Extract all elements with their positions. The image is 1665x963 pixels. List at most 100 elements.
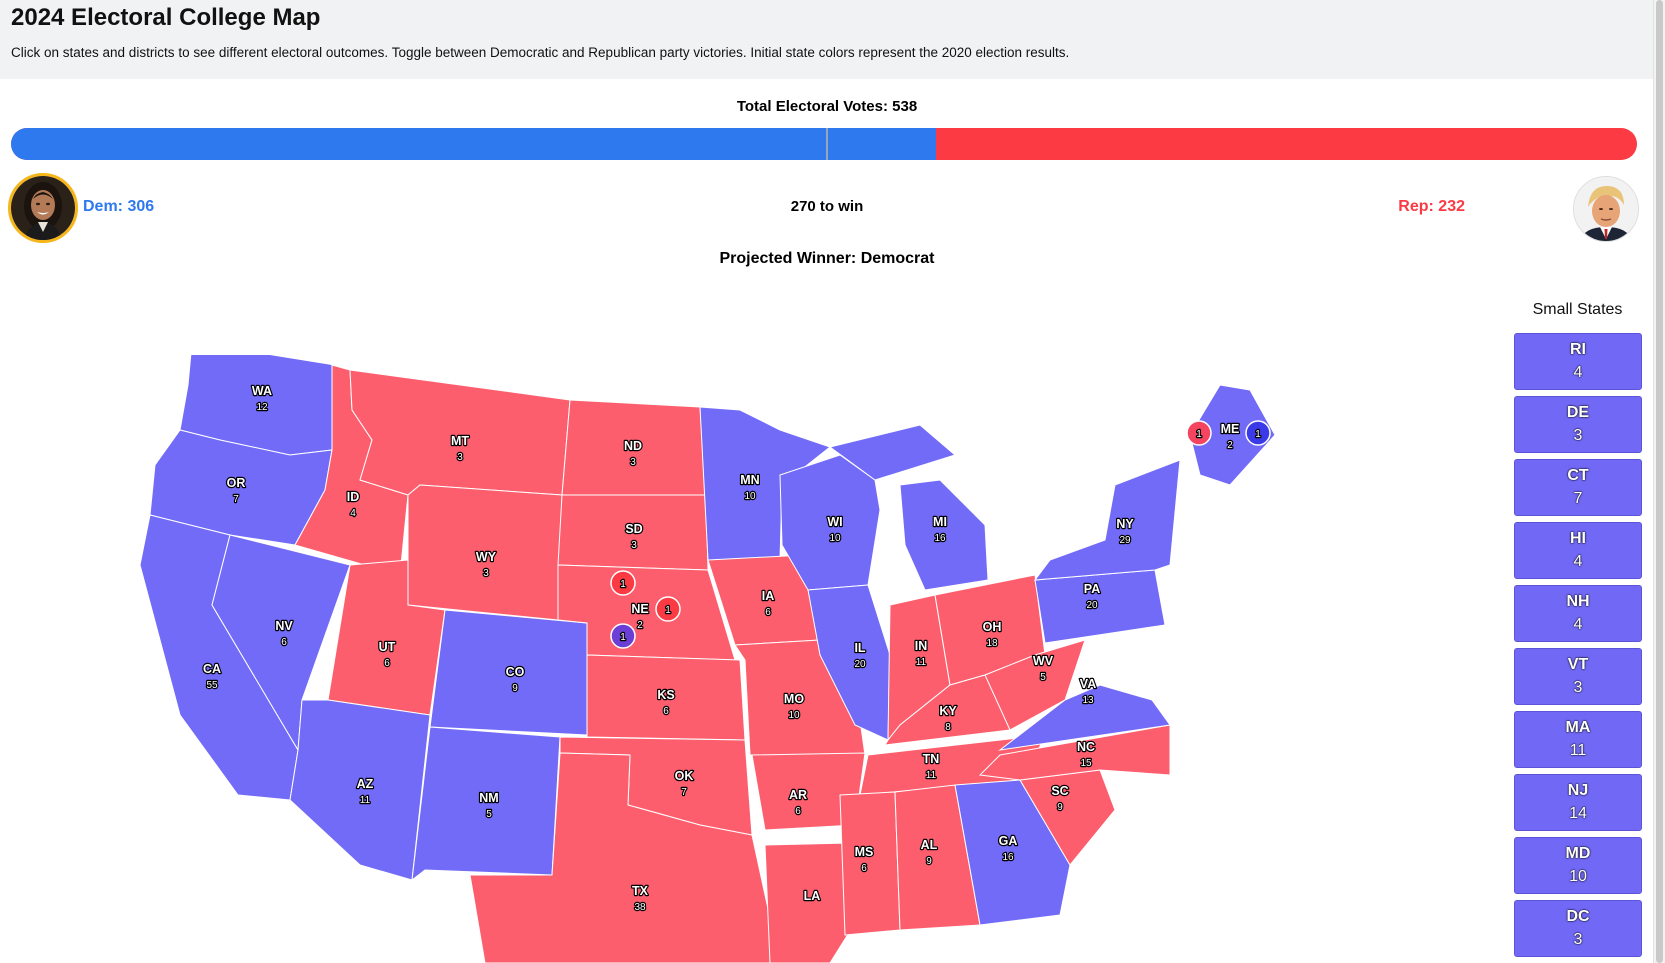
state-ev-label: 2 <box>1227 440 1233 451</box>
rep-vote-count: Rep: 232 <box>1398 198 1465 215</box>
state-ev-label: 20 <box>854 659 866 670</box>
state-abbr-label: VA <box>1080 677 1096 691</box>
state-abbr-label: UT <box>379 640 396 654</box>
state-ev-label: 3 <box>483 568 489 579</box>
small-state-ev: 4 <box>1573 616 1583 633</box>
state-abbr-label: WI <box>827 515 842 529</box>
small-state-ev: 4 <box>1573 364 1583 381</box>
small-state-button-ma[interactable]: MA 11 <box>1514 711 1642 768</box>
state-abbr-label: SC <box>1051 784 1068 798</box>
state-abbr-label: OR <box>227 476 246 490</box>
state-ev-label: 6 <box>663 706 669 717</box>
state-ev-label: 6 <box>384 658 390 669</box>
us-electoral-map: WA12OR7CA55NV6ID4MT3WY3UT6CO9AZ11 NM5ND3S… <box>140 355 1276 963</box>
small-state-button-md[interactable]: MD 10 <box>1514 837 1642 894</box>
state-abbr-label: IL <box>854 641 865 655</box>
state-ev-label: 16 <box>1002 852 1014 863</box>
small-state-button-nh[interactable]: NH 4 <box>1514 585 1642 642</box>
district-marker-label: 1 <box>620 632 626 643</box>
page-header: 2024 Electoral College Map Click on stat… <box>0 0 1654 79</box>
state-ev-label: 9 <box>926 856 932 867</box>
district-marker-label: 1 <box>620 579 626 590</box>
page-title: 2024 Electoral College Map <box>11 4 321 31</box>
state-abbr-label: WA <box>252 384 272 398</box>
state-abbr-label: LA <box>804 889 821 903</box>
rep-candidate-avatar <box>1573 176 1639 242</box>
state-abbr-label: MI <box>933 515 947 529</box>
small-state-button-dc[interactable]: DC 3 <box>1514 900 1642 957</box>
state-abbr-label: KY <box>939 704 957 718</box>
state-ev-label: 7 <box>681 787 687 798</box>
small-state-button-ri[interactable]: RI 4 <box>1514 333 1642 390</box>
state-ev-label: 6 <box>795 806 801 817</box>
state-abbr-label: PA <box>1084 582 1100 596</box>
state-ev-label: 5 <box>1040 672 1046 683</box>
small-state-button-vt[interactable]: VT 3 <box>1514 648 1642 705</box>
state-ev-label: 10 <box>788 710 800 721</box>
state-ev-label: 10 <box>744 491 756 502</box>
state-ev-label: 15 <box>1080 758 1092 769</box>
small-states-list: RI 4 DE 3 CT 7 HI 4 NH 4 VT 3 MA 11 NJ 14 MD 10 DC 3 <box>1514 333 1644 963</box>
small-state-button-hi[interactable]: HI 4 <box>1514 522 1642 579</box>
state-ev-label: 38 <box>634 902 646 913</box>
small-state-ev: 3 <box>1573 679 1583 696</box>
state-abbr-label: WV <box>1033 654 1054 668</box>
small-state-abbr: RI <box>1570 341 1586 358</box>
state-abbr-label: NV <box>275 619 293 633</box>
state-ev-label: 8 <box>945 722 951 733</box>
state-ev-label: 55 <box>206 680 218 691</box>
state-abbr-label: OH <box>983 620 1002 634</box>
state-ny[interactable] <box>1033 459 1181 581</box>
small-state-abbr: NJ <box>1567 782 1589 799</box>
state-ms[interactable] <box>839 791 901 936</box>
state-pa[interactable] <box>1034 569 1166 644</box>
state-ev-label: 20 <box>1086 600 1098 611</box>
state-mt[interactable] <box>349 369 571 496</box>
state-ev-label: 3 <box>457 452 463 463</box>
state-abbr-label: CO <box>506 665 525 679</box>
page-description: Click on states and districts to see dif… <box>11 45 1070 60</box>
small-state-abbr: MD <box>1565 845 1591 862</box>
small-state-button-ct[interactable]: CT 7 <box>1514 459 1642 516</box>
state-ev-label: 6 <box>281 637 287 648</box>
state-abbr-label: AZ <box>357 777 374 791</box>
state-ev-label: 6 <box>861 863 867 874</box>
state-ev-label: 3 <box>630 457 636 468</box>
state-ev-label: 2 <box>637 620 643 631</box>
small-state-abbr: MA <box>1565 719 1591 736</box>
state-abbr-label: ME <box>1221 422 1240 436</box>
scrollbar-thumb[interactable] <box>1656 0 1663 963</box>
state-abbr-label: MS <box>855 845 874 859</box>
small-state-ev: 4 <box>1573 553 1583 570</box>
small-state-ev: 14 <box>1569 805 1587 822</box>
state-abbr-label: TN <box>923 752 940 766</box>
small-state-ev: 11 <box>1569 742 1587 759</box>
vertical-scrollbar[interactable] <box>1653 0 1665 963</box>
small-state-button-nj[interactable]: NJ 14 <box>1514 774 1642 831</box>
small-state-ev: 3 <box>1573 427 1583 444</box>
small-state-abbr: DC <box>1566 908 1590 925</box>
state-ev-label: 11 <box>926 770 937 781</box>
state-ev-label: 6 <box>765 607 771 618</box>
state-ev-label: 11 <box>916 657 927 668</box>
small-state-abbr: CT <box>1567 467 1589 484</box>
state-abbr-label: CA <box>203 662 221 676</box>
small-state-abbr: VT <box>1567 656 1589 673</box>
projected-winner: Projected Winner: Democrat <box>719 250 935 267</box>
state-ev-label: 10 <box>829 533 841 544</box>
state-abbr-label: NC <box>1077 740 1095 754</box>
state-abbr-label: MT <box>451 434 469 448</box>
district-marker-label: 1 <box>1255 429 1261 440</box>
small-state-abbr: DE <box>1566 404 1590 421</box>
total-electoral-votes: Total Electoral Votes: 538 <box>736 98 918 115</box>
state-abbr-label: NE <box>631 602 648 616</box>
state-abbr-label: TX <box>632 884 649 898</box>
district-marker-label: 1 <box>665 605 671 616</box>
state-abbr-label: OK <box>675 769 694 783</box>
state-abbr-label: SD <box>625 522 642 536</box>
small-state-abbr: NH <box>1566 593 1590 610</box>
state-abbr-label: AR <box>789 788 807 802</box>
small-state-button-de[interactable]: DE 3 <box>1514 396 1642 453</box>
state-abbr-label: GA <box>999 834 1018 848</box>
state-abbr-label: NM <box>479 791 498 805</box>
